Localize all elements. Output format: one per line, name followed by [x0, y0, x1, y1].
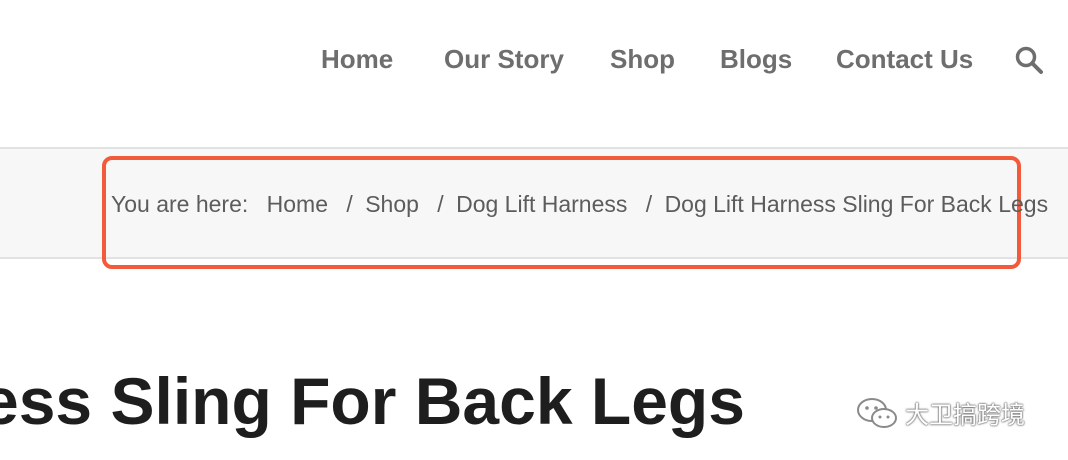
- nav-item-home[interactable]: Home: [321, 42, 393, 76]
- nav-item-shop[interactable]: Shop: [610, 42, 675, 76]
- search-icon[interactable]: [1014, 45, 1044, 75]
- breadcrumb-prefix: You are here:: [111, 191, 249, 217]
- watermark: 大卫搞跨境: [855, 395, 1025, 430]
- nav-item-contact-us[interactable]: Contact Us: [836, 42, 973, 76]
- breadcrumb-item-shop[interactable]: Shop: [365, 188, 419, 220]
- breadcrumb-separator: /: [346, 191, 353, 217]
- wechat-icon: [857, 397, 897, 428]
- page-title: ess Sling For Back Legs: [0, 364, 745, 438]
- nav-item-blogs[interactable]: Blogs: [720, 42, 792, 76]
- nav-item-our-story[interactable]: Our Story: [444, 42, 564, 76]
- watermark-text: 大卫搞跨境: [905, 402, 1025, 429]
- breadcrumb: You are here: Home / Shop / Dog Lift Har…: [111, 188, 1048, 220]
- breadcrumb-separator: /: [645, 191, 653, 217]
- breadcrumb-item-dog-lift-harness[interactable]: Dog Lift Harness: [456, 188, 627, 220]
- breadcrumb-item-home[interactable]: Home: [267, 188, 328, 220]
- breadcrumb-separator: /: [437, 191, 444, 217]
- breadcrumb-item-current: Dog Lift Harness Sling For Back Legs: [664, 191, 1049, 217]
- main-navigation: Home Our Story Shop Blogs Contact Us: [0, 0, 1068, 146]
